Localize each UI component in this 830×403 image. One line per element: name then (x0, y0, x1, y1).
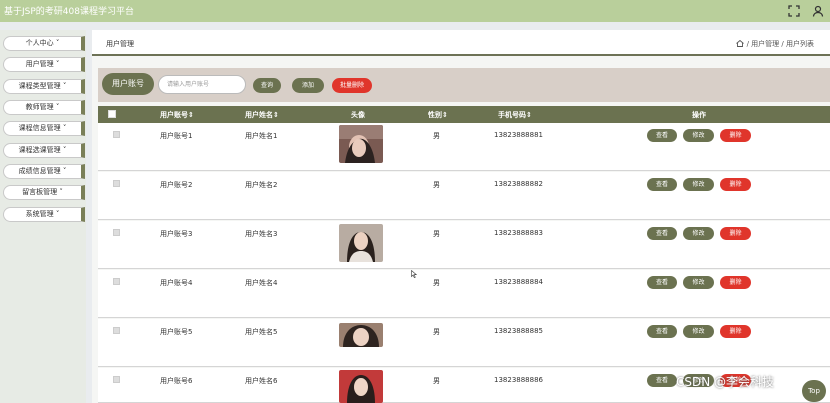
search-label: 用户账号 (102, 73, 154, 95)
phone-cell: 13823888881 (494, 131, 543, 139)
gender-cell: 男 (433, 181, 440, 189)
sidebar-item-user-management[interactable]: 用户管理 ˅ (3, 57, 85, 72)
gender-cell: 男 (433, 377, 440, 385)
row-checkbox[interactable] (113, 327, 120, 334)
home-icon[interactable] (736, 39, 746, 48)
fullscreen-icon[interactable] (786, 3, 802, 19)
account-cell: 用户账号1 (160, 132, 193, 140)
add-button[interactable]: 添加 (292, 78, 324, 93)
delete-button[interactable]: 删除 (720, 325, 751, 338)
gender-cell: 男 (433, 279, 440, 287)
breadcrumb-trail[interactable]: / 用户管理 / 用户列表 (747, 40, 814, 48)
avatar (339, 370, 383, 403)
row-checkbox[interactable] (113, 180, 120, 187)
sidebar-item-message-board-management[interactable]: 留言板管理 ˅ (3, 185, 85, 200)
phone-cell: 13823888882 (494, 180, 543, 188)
name-cell: 用户姓名6 (245, 377, 278, 385)
view-button[interactable]: 查看 (647, 178, 677, 191)
name-cell: 用户姓名3 (245, 230, 278, 238)
page-title: 用户管理 (106, 40, 134, 48)
delete-button[interactable]: 删除 (720, 178, 751, 191)
sidebar-item-course-info-management[interactable]: 课程信息管理 ˅ (3, 121, 85, 136)
row-checkbox[interactable] (113, 229, 120, 236)
app-title: 基于JSP的考研408课程学习平台 (4, 7, 134, 17)
user-icon[interactable] (810, 3, 826, 19)
gender-cell: 男 (433, 328, 440, 336)
delete-button[interactable]: 删除 (720, 129, 751, 142)
phone-cell: 13823888884 (494, 278, 543, 286)
account-cell: 用户账号2 (160, 181, 193, 189)
query-button[interactable]: 查询 (253, 78, 281, 93)
phone-cell: 13823888885 (494, 327, 543, 335)
view-button[interactable]: 查看 (647, 129, 677, 142)
select-all-checkbox[interactable] (108, 110, 116, 118)
name-cell: 用户姓名2 (245, 181, 278, 189)
edit-button[interactable]: 修改 (683, 325, 714, 338)
sidebar-item-course-type-management[interactable]: 课程类型管理 ˅ (3, 79, 85, 94)
phone-cell: 13823888886 (494, 376, 543, 384)
table-row: 用户账号1 用户姓名1 男 13823888881 查看 修改 删除 (98, 123, 830, 171)
column-header-avatar: 头像 (351, 111, 365, 119)
mouse-cursor-icon (411, 269, 418, 278)
account-cell: 用户账号6 (160, 377, 193, 385)
column-header-account[interactable]: 用户账号⇕ (160, 110, 194, 120)
sidebar: 个人中心 ˅ 用户管理 ˅ 课程类型管理 ˅ 教师管理 ˅ 课程信息管理 ˅ 课… (0, 30, 86, 403)
view-button[interactable]: 查看 (647, 227, 677, 240)
avatar (339, 125, 383, 163)
sidebar-item-course-selection-management[interactable]: 课程选课管理 ˅ (3, 143, 85, 158)
table-row: 用户账号3 用户姓名3 男 13823888883 查看 修改 删除 (98, 221, 830, 269)
edit-button[interactable]: 修改 (683, 178, 714, 191)
back-to-top-button[interactable]: Top (802, 380, 826, 402)
table-header: 用户账号⇕ 用户姓名⇕ 头像 性别⇕ 手机号码⇕ 操作 (98, 106, 830, 123)
column-header-name[interactable]: 用户姓名⇕ (245, 110, 279, 120)
batch-delete-button[interactable]: 批量删除 (332, 78, 372, 93)
column-header-actions: 操作 (692, 111, 706, 119)
name-cell: 用户姓名1 (245, 132, 278, 140)
view-button[interactable]: 查看 (647, 276, 677, 289)
table-row: 用户账号5 用户姓名5 男 13823888885 查看 修改 删除 (98, 319, 830, 367)
edit-button[interactable]: 修改 (683, 129, 714, 142)
view-button[interactable]: 查看 (647, 374, 677, 387)
sidebar-item-teacher-management[interactable]: 教师管理 ˅ (3, 100, 85, 115)
sidebar-item-system-management[interactable]: 系统管理 ˅ (3, 207, 85, 222)
breadcrumb: 用户管理 / 用户管理 / 用户列表 (92, 30, 830, 56)
breadcrumb-path: / 用户管理 / 用户列表 (736, 39, 814, 49)
main-content: 用户管理 / 用户管理 / 用户列表 用户账号 查询 添加 批量删除 用户账号⇕… (92, 30, 830, 403)
watermark: CSDN @李会科技 (676, 375, 775, 389)
delete-button[interactable]: 删除 (720, 276, 751, 289)
account-cell: 用户账号4 (160, 279, 193, 287)
gender-cell: 男 (433, 230, 440, 238)
avatar (339, 323, 383, 347)
table-row: 用户账号2 用户姓名2 男 13823888882 查看 修改 删除 (98, 172, 830, 220)
avatar (339, 224, 383, 262)
sidebar-item-grade-management[interactable]: 成绩信息管理 ˅ (3, 164, 85, 179)
top-bar: 基于JSP的考研408课程学习平台 (0, 0, 830, 22)
column-header-gender[interactable]: 性别⇕ (428, 110, 448, 120)
account-cell: 用户账号5 (160, 328, 193, 336)
sidebar-item-personal-center[interactable]: 个人中心 ˅ (3, 36, 85, 51)
phone-cell: 13823888883 (494, 229, 543, 237)
search-panel: 用户账号 查询 添加 批量删除 (98, 68, 830, 102)
account-search-input[interactable] (158, 75, 246, 94)
name-cell: 用户姓名5 (245, 328, 278, 336)
name-cell: 用户姓名4 (245, 279, 278, 287)
account-cell: 用户账号3 (160, 230, 193, 238)
table-row: 用户账号4 用户姓名4 男 13823888884 查看 修改 删除 (98, 270, 830, 318)
row-checkbox[interactable] (113, 376, 120, 383)
row-checkbox[interactable] (113, 278, 120, 285)
view-button[interactable]: 查看 (647, 325, 677, 338)
edit-button[interactable]: 修改 (683, 276, 714, 289)
column-header-phone[interactable]: 手机号码⇕ (498, 110, 532, 120)
edit-button[interactable]: 修改 (683, 227, 714, 240)
row-checkbox[interactable] (113, 131, 120, 138)
delete-button[interactable]: 删除 (720, 227, 751, 240)
gender-cell: 男 (433, 132, 440, 140)
